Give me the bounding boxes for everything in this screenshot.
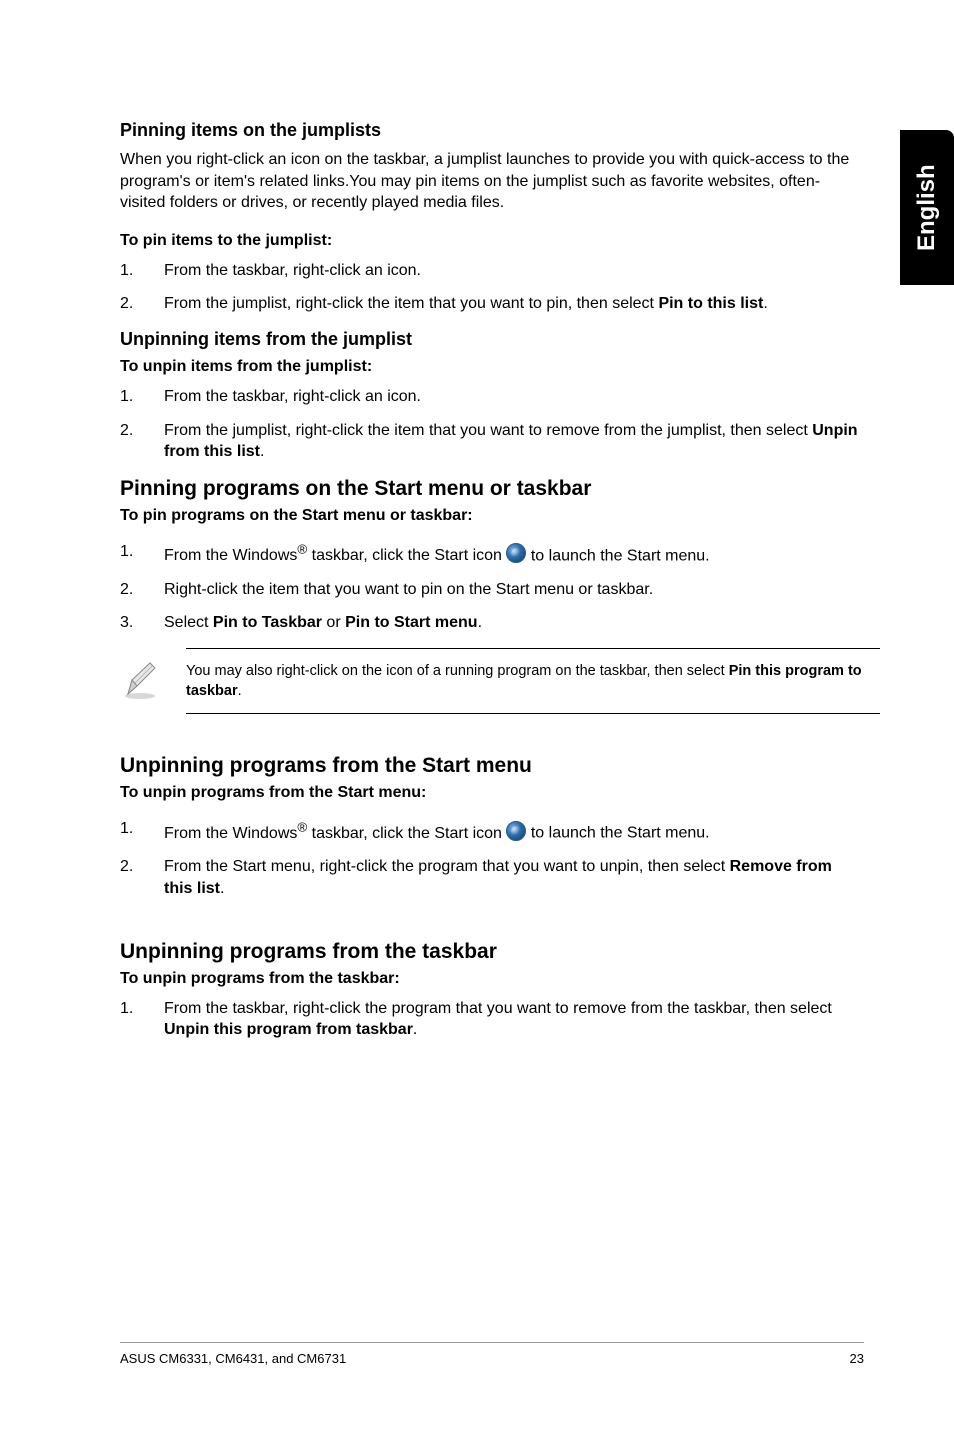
pencil-icon bbox=[120, 660, 160, 700]
steps-heading-unpin-start: To unpin programs from the Start menu: bbox=[120, 784, 864, 802]
list-item: From the taskbar, right-click an icon. bbox=[120, 386, 864, 408]
heading-unpinning-start-menu: Unpinning programs from the Start menu bbox=[120, 754, 864, 778]
heading-unpinning-jumplist: Unpinning items from the jumplist bbox=[120, 329, 864, 350]
steps-heading-unpin-taskbar: To unpin programs from the taskbar: bbox=[120, 970, 864, 988]
step-text-pre: From the Windows® taskbar, click the Sta… bbox=[164, 547, 506, 564]
list-item: From the jumplist, right-click the item … bbox=[120, 293, 864, 315]
note-box: You may also right-click on the icon of … bbox=[120, 648, 880, 715]
list-item: From the taskbar, right-click an icon. bbox=[120, 260, 864, 282]
windows-start-icon bbox=[506, 543, 526, 563]
steps-heading-pin-jumplist: To pin items to the jumplist: bbox=[120, 232, 864, 250]
step-text-post: to launch the Start menu. bbox=[526, 825, 709, 842]
page-footer: ASUS CM6331, CM6431, and CM6731 23 bbox=[120, 1342, 864, 1366]
heading-pinning-programs: Pinning programs on the Start menu or ta… bbox=[120, 477, 864, 501]
steps-unpin-jumplist: From the taskbar, right-click an icon. F… bbox=[120, 386, 864, 463]
heading-unpinning-taskbar: Unpinning programs from the taskbar bbox=[120, 940, 864, 964]
language-tab: English bbox=[900, 130, 954, 285]
list-item: From the Windows® taskbar, click the Sta… bbox=[120, 541, 864, 567]
list-item: From the taskbar, right-click the progra… bbox=[120, 998, 864, 1041]
steps-heading-pin-programs: To pin programs on the Start menu or tas… bbox=[120, 507, 864, 525]
page-content: Pinning items on the jumplists When you … bbox=[0, 0, 954, 1041]
windows-start-icon bbox=[506, 821, 526, 841]
steps-pin-jumplist: From the taskbar, right-click an icon. F… bbox=[120, 260, 864, 315]
note-text: You may also right-click on the icon of … bbox=[186, 648, 880, 715]
list-item: From the jumplist, right-click the item … bbox=[120, 420, 864, 463]
steps-unpin-start: From the Windows® taskbar, click the Sta… bbox=[120, 818, 864, 899]
list-item: From the Start menu, right-click the pro… bbox=[120, 856, 864, 899]
footer-left: ASUS CM6331, CM6431, and CM6731 bbox=[120, 1351, 346, 1366]
steps-heading-unpin-jumplist: To unpin items from the jumplist: bbox=[120, 358, 864, 376]
intro-pinning-jumplists: When you right-click an icon on the task… bbox=[120, 149, 864, 214]
steps-unpin-taskbar: From the taskbar, right-click the progra… bbox=[120, 998, 864, 1041]
footer-page-number: 23 bbox=[850, 1351, 864, 1366]
list-item: Right-click the item that you want to pi… bbox=[120, 579, 864, 601]
step-text-pre: From the Windows® taskbar, click the Sta… bbox=[164, 825, 506, 842]
step-text-post: to launch the Start menu. bbox=[526, 547, 709, 564]
heading-pinning-jumplists: Pinning items on the jumplists bbox=[120, 120, 864, 141]
list-item: Select Pin to Taskbar or Pin to Start me… bbox=[120, 612, 864, 634]
list-item: From the Windows® taskbar, click the Sta… bbox=[120, 818, 864, 844]
steps-pin-programs: From the Windows® taskbar, click the Sta… bbox=[120, 541, 864, 634]
